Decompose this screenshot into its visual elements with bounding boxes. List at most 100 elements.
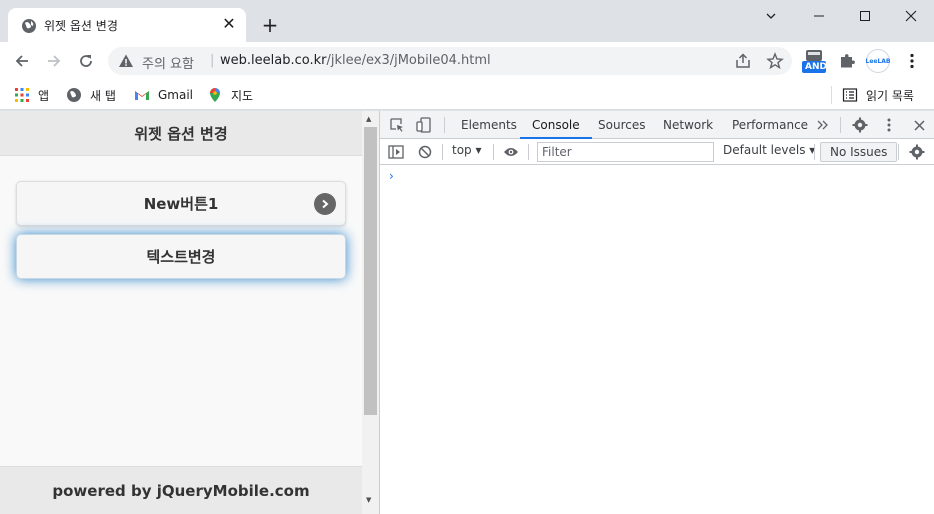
warning-icon[interactable] (118, 53, 134, 69)
globe-icon (67, 88, 81, 102)
page-footer: powered by jQueryMobile.com (0, 466, 362, 514)
browser-window: 위젯 옵션 변경 ✕ + 주의 요함 | web.leelab.co.kr/jk… (0, 0, 934, 514)
settings-gear-icon[interactable] (851, 116, 869, 134)
extensions-button[interactable] (833, 47, 861, 75)
footer-text: powered by jQueryMobile.com (52, 481, 310, 500)
scrollbar-thumb[interactable] (364, 127, 377, 415)
tab-console[interactable]: Console (520, 111, 592, 139)
new-button-1[interactable]: New버튼1 (16, 181, 346, 226)
url-text[interactable]: web.leelab.co.kr/jklee/ex3/jMobile04.htm… (220, 53, 491, 68)
reading-list-button[interactable]: 읽기 목록 (842, 85, 914, 105)
scroll-down-arrow-icon[interactable]: ▼ (366, 496, 371, 504)
bookmarks-bar: 앱 새 탭 Gmail 지도 읽기 목록 (0, 80, 934, 110)
page-scrollbar[interactable]: ▲ ▼ (362, 111, 379, 514)
url-host: web.leelab.co.kr (220, 53, 327, 68)
chevron-down-icon (766, 13, 776, 19)
bookmarks-divider (831, 86, 832, 104)
log-levels-dropdown[interactable]: Default levels ▾ (723, 143, 815, 157)
close-tab-icon[interactable]: ✕ (220, 15, 238, 33)
log-levels-label: Default levels (723, 143, 806, 157)
change-text-button[interactable]: 텍스트변경 (16, 234, 346, 279)
url-path: /jklee/ex3/jMobile04.html (326, 53, 491, 68)
arrow-right-icon (48, 55, 61, 67)
page-title: 위젯 옵션 변경 (134, 124, 228, 143)
back-button[interactable] (10, 49, 34, 73)
eye-icon[interactable] (502, 143, 520, 161)
bookmark-apps[interactable]: 앱 (14, 85, 49, 105)
devtools-menu-icon[interactable] (880, 116, 898, 134)
close-devtools-icon[interactable] (910, 116, 928, 134)
minimize-icon (814, 15, 824, 17)
globe-icon (22, 19, 36, 33)
profile-button[interactable]: LeeLAB (864, 47, 892, 75)
console-toolbar: top ▾ Filter Default levels ▾ No Issues (380, 139, 934, 165)
tab-network[interactable]: Network (661, 111, 715, 139)
arrow-right-circle-icon (314, 193, 336, 215)
url-separator: | (210, 53, 215, 68)
extension-badge: AND (805, 62, 827, 72)
close-window-button[interactable] (888, 4, 934, 28)
arrow-left-icon (15, 55, 28, 67)
menu-button[interactable] (898, 47, 926, 75)
toolbar-divider (444, 117, 445, 133)
console-settings-gear-icon[interactable] (908, 143, 926, 161)
map-pin-icon (210, 88, 220, 102)
new-button-1-label: New버튼1 (143, 195, 219, 213)
device-toolbar-icon[interactable] (415, 116, 433, 134)
puzzle-icon (841, 54, 855, 68)
browser-tab[interactable]: 위젯 옵션 변경 ✕ (8, 8, 246, 42)
clear-console-icon[interactable] (416, 143, 434, 161)
star-icon[interactable] (766, 52, 784, 70)
tab-strip: 위젯 옵션 변경 ✕ + (0, 0, 934, 42)
inspect-element-icon[interactable] (388, 116, 406, 134)
issues-button[interactable]: No Issues (820, 142, 898, 162)
maximize-button[interactable] (842, 4, 888, 28)
reload-button[interactable] (74, 49, 98, 73)
tab-search-button[interactable] (748, 4, 794, 28)
bookmark-gmail-label: Gmail (158, 88, 194, 102)
extension-and-button[interactable]: AND (800, 47, 828, 75)
change-text-button-label: 텍스트변경 (146, 248, 216, 266)
context-selector[interactable]: top ▾ (452, 143, 482, 157)
tab-title: 위젯 옵션 변경 (44, 19, 118, 33)
tab-elements[interactable]: Elements (459, 111, 519, 139)
apps-grid-icon (15, 88, 29, 102)
profile-label: LeeLAB (865, 57, 891, 65)
new-tab-button[interactable]: + (258, 13, 282, 37)
share-icon[interactable] (734, 52, 752, 70)
page-header: 위젯 옵션 변경 (0, 111, 362, 156)
toolbar-divider (528, 144, 529, 160)
filter-input[interactable]: Filter (537, 142, 714, 162)
more-vertical-icon (910, 53, 914, 69)
toolbar-divider (840, 117, 841, 133)
context-selector-label: top (452, 143, 472, 157)
bookmark-gmail[interactable]: Gmail (134, 85, 193, 105)
sidebar-toggle-icon[interactable] (387, 143, 405, 161)
security-status: 주의 요함 (142, 57, 194, 72)
devtools-tab-bar: Elements Console Sources Network Perform… (380, 111, 934, 139)
devtools-panel: Elements Console Sources Network Perform… (379, 111, 934, 514)
bookmark-newtab[interactable]: 새 탭 (66, 85, 116, 105)
bookmark-newtab-label: 새 탭 (90, 88, 116, 103)
web-page: 위젯 옵션 변경 New버튼1 텍스트변경 powered by jQueryM… (0, 111, 362, 514)
minimize-button[interactable] (796, 4, 842, 28)
filter-placeholder: Filter (542, 145, 572, 159)
forward-button[interactable] (42, 49, 66, 73)
bookmark-apps-label: 앱 (38, 88, 50, 103)
more-tabs-icon[interactable] (814, 116, 832, 134)
reading-list-label: 읽기 목록 (866, 88, 914, 103)
console-prompt-icon[interactable]: › (389, 169, 394, 183)
close-icon (905, 10, 917, 22)
reload-icon (80, 55, 92, 67)
toolbar-divider (898, 144, 899, 160)
tab-sources[interactable]: Sources (596, 111, 647, 139)
avatar: LeeLAB (865, 49, 891, 73)
scroll-up-arrow-icon[interactable]: ▲ (366, 115, 371, 123)
browser-toolbar: 주의 요함 | web.leelab.co.kr/jklee/ex3/jMobi… (0, 42, 934, 80)
address-bar[interactable]: 주의 요함 | web.leelab.co.kr/jklee/ex3/jMobi… (108, 47, 792, 75)
toolbar-divider (442, 144, 443, 160)
bookmark-maps[interactable]: 지도 (207, 85, 253, 105)
tab-performance[interactable]: Performance (730, 111, 810, 139)
reading-list-icon (842, 88, 858, 102)
bookmark-maps-label: 지도 (231, 88, 254, 103)
